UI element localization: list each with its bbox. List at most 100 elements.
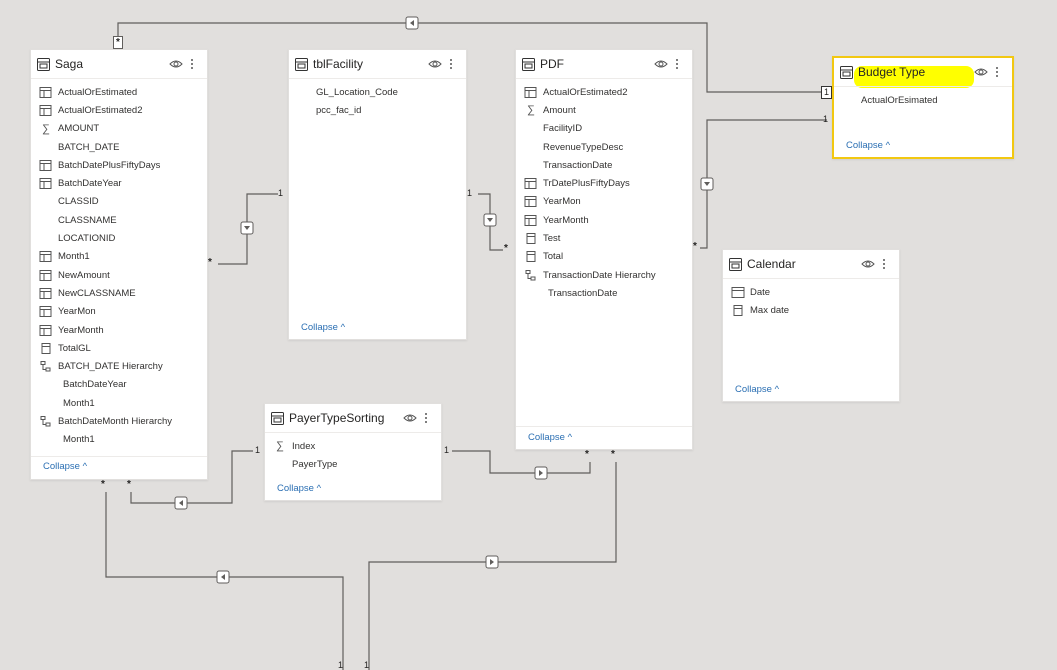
field-sum[interactable]: ∑ Index bbox=[265, 437, 441, 455]
field-calculated[interactable]: NewCLASSNAME bbox=[31, 284, 207, 302]
table-card-tblfacility[interactable]: tblFacility GL_Location_Code pcc_fac_id … bbox=[288, 49, 467, 340]
field-date[interactable]: Date bbox=[723, 283, 899, 301]
field-calculated[interactable]: ActualOrEstimated bbox=[31, 83, 207, 101]
collapse-link[interactable]: Collapse ^ bbox=[735, 384, 779, 395]
hierarchy-level[interactable]: BatchDateYear bbox=[31, 376, 207, 394]
field-measure[interactable]: TotalGL bbox=[31, 339, 207, 357]
hierarchy-level[interactable]: Month1 bbox=[31, 394, 207, 412]
relationship-payertypesorting-pdf bbox=[452, 450, 591, 474]
more-options-icon[interactable] bbox=[670, 57, 684, 71]
calculator-icon bbox=[733, 304, 743, 316]
calculated-column-icon bbox=[39, 287, 52, 299]
collapse-link[interactable]: Collapse ^ bbox=[846, 140, 890, 151]
field[interactable]: RevenueTypeDesc bbox=[516, 138, 692, 156]
field-measure[interactable]: Test bbox=[516, 229, 692, 247]
table-header[interactable]: tblFacility bbox=[289, 50, 466, 79]
field-calculated[interactable]: ActualOrEstimated2 bbox=[31, 101, 207, 119]
cardinality-many-label: * bbox=[101, 479, 105, 490]
cardinality-many-label: * bbox=[611, 449, 615, 460]
cardinality-one-label: 1 bbox=[338, 660, 344, 670]
relationship-pdf-budgettype bbox=[700, 119, 827, 249]
field-hierarchy[interactable]: BatchDateMonth Hierarchy bbox=[31, 412, 207, 430]
collapse-link[interactable]: Collapse ^ bbox=[301, 322, 345, 333]
table-title: tblFacility bbox=[313, 57, 364, 71]
field-sum[interactable]: ∑ AMOUNT bbox=[31, 120, 207, 138]
collapse-link[interactable]: Collapse ^ bbox=[43, 461, 87, 472]
field-calculated[interactable]: BatchDateYear bbox=[31, 174, 207, 192]
field[interactable]: LOCATIONID bbox=[31, 229, 207, 247]
table-card-calendar[interactable]: Calendar Date Max date Collapse ^ bbox=[722, 249, 900, 402]
table-title: Budget Type bbox=[858, 65, 926, 79]
cardinality-one-label: 1 bbox=[364, 660, 370, 670]
more-options-icon[interactable] bbox=[877, 257, 891, 271]
calculated-column-icon bbox=[524, 196, 537, 208]
table-card-pdf[interactable]: PDF ActualOrEstimated2 ∑ Amount FacilityI… bbox=[515, 49, 693, 450]
collapse-link[interactable]: Collapse ^ bbox=[277, 483, 321, 494]
field-calculated[interactable]: YearMonth bbox=[31, 321, 207, 339]
field-calculated[interactable]: YearMon bbox=[31, 303, 207, 321]
field-measure[interactable]: Max date bbox=[723, 301, 899, 319]
field-calculated[interactable]: YearMon bbox=[516, 193, 692, 211]
cardinality-many-label: * bbox=[127, 479, 131, 490]
visibility-eye-icon[interactable] bbox=[169, 57, 183, 71]
cardinality-one-label: 1 bbox=[278, 188, 284, 198]
table-header[interactable]: PayerTypeSorting bbox=[265, 404, 441, 433]
cardinality-one-label: 1 bbox=[467, 188, 473, 198]
table-title: Saga bbox=[55, 57, 84, 71]
cardinality-many-label: * bbox=[585, 449, 589, 460]
field-calculated[interactable]: Month1 bbox=[31, 248, 207, 266]
visibility-eye-icon[interactable] bbox=[654, 57, 668, 71]
field-measure[interactable]: Total bbox=[516, 248, 692, 266]
more-options-icon[interactable] bbox=[185, 57, 199, 71]
table-card-payertypesorting[interactable]: PayerTypeSorting ∑ Index PayerType Collap… bbox=[264, 403, 442, 501]
visibility-eye-icon[interactable] bbox=[861, 257, 875, 271]
field-hierarchy[interactable]: BATCH_DATE Hierarchy bbox=[31, 357, 207, 375]
field[interactable]: CLASSNAME bbox=[31, 211, 207, 229]
field-calculated[interactable]: NewAmount bbox=[31, 266, 207, 284]
table-title: PDF bbox=[540, 57, 564, 71]
table-header[interactable]: Saga bbox=[31, 50, 207, 79]
table-icon bbox=[271, 411, 284, 425]
calculated-column-icon bbox=[39, 306, 52, 318]
calculated-column-icon bbox=[39, 324, 52, 336]
more-options-icon[interactable] bbox=[444, 57, 458, 71]
table-card-saga[interactable]: Saga ActualOrEstimated ActualOrEstimated… bbox=[30, 49, 208, 480]
table-header[interactable]: Budget Type bbox=[834, 58, 1012, 87]
more-options-icon[interactable] bbox=[990, 65, 1004, 79]
table-header[interactable]: PDF bbox=[516, 50, 692, 79]
field[interactable]: GL_Location_Code bbox=[289, 83, 466, 101]
field[interactable]: CLASSID bbox=[31, 193, 207, 211]
field[interactable]: PayerType bbox=[265, 455, 441, 473]
field-sum[interactable]: ∑ Amount bbox=[516, 101, 692, 119]
table-icon bbox=[522, 57, 535, 71]
collapse-link[interactable]: Collapse ^ bbox=[528, 432, 572, 443]
visibility-eye-icon[interactable] bbox=[974, 65, 988, 79]
cardinality-one-label: 1 bbox=[444, 445, 450, 455]
field-calculated[interactable]: ActualOrEstimated2 bbox=[516, 83, 692, 101]
calculator-icon bbox=[526, 251, 536, 263]
hierarchy-level[interactable]: Month1 bbox=[31, 431, 207, 449]
field[interactable]: TransactionDate bbox=[516, 156, 692, 174]
more-options-icon[interactable] bbox=[419, 411, 433, 425]
table-header[interactable]: Calendar bbox=[723, 250, 899, 279]
calendar-icon bbox=[731, 286, 745, 298]
visibility-eye-icon[interactable] bbox=[428, 57, 442, 71]
calculated-column-icon bbox=[39, 251, 52, 263]
field-calculated[interactable]: YearMonth bbox=[516, 211, 692, 229]
field-calculated[interactable]: BatchDatePlusFiftyDays bbox=[31, 156, 207, 174]
calculated-column-icon bbox=[39, 178, 52, 190]
field-hierarchy[interactable]: TransactionDate Hierarchy bbox=[516, 266, 692, 284]
table-title: PayerTypeSorting bbox=[289, 411, 385, 425]
field[interactable]: FacilityID bbox=[516, 120, 692, 138]
field[interactable]: pcc_fac_id bbox=[289, 101, 466, 119]
relationship-saga-budgettype bbox=[117, 22, 827, 93]
field[interactable]: BATCH_DATE bbox=[31, 138, 207, 156]
visibility-eye-icon[interactable] bbox=[403, 411, 417, 425]
cardinality-many-label: * bbox=[113, 36, 123, 49]
footer-divider bbox=[31, 456, 207, 457]
hierarchy-level[interactable]: TransactionDate bbox=[516, 284, 692, 302]
field-list: ∑ Index PayerType bbox=[265, 433, 441, 474]
field-calculated[interactable]: TrDatePlusFiftyDays bbox=[516, 174, 692, 192]
table-card-budget-type[interactable]: Budget Type ActualOrEsimated Collapse ^ bbox=[832, 56, 1014, 159]
field[interactable]: ActualOrEsimated bbox=[834, 91, 1012, 109]
